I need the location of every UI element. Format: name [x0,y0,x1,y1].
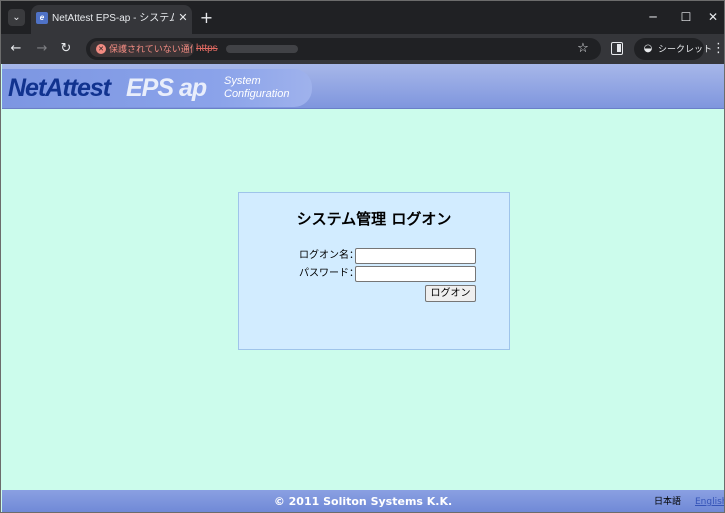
kebab-menu-icon[interactable]: ⋮ [712,41,724,57]
bookmark-star-icon[interactable]: ☆ [575,41,591,57]
tab-bar: ⌄ e NetAttest EPS-ap - システム管理 ✕ + ─ ☐ ✕ [1,1,724,34]
security-chip[interactable]: ✕ 保護されていない通信 [90,41,194,57]
minimize-button[interactable]: ─ [643,9,663,26]
favicon-icon: e [36,12,48,24]
logo-sub-text: EPS ap [126,74,207,102]
password-input[interactable] [355,266,476,282]
tab-search-icon[interactable]: ⌄ [8,9,25,26]
forward-arrow-icon[interactable]: → [33,40,51,58]
page-title: システム管理 ログオン [296,210,452,228]
browser-toolbar: ← → ↻ ✕ 保護されていない通信 https ☆ ◒ シークレット ⋮ [1,34,724,64]
language-english-link[interactable]: English [695,495,724,509]
tab-title: NetAttest EPS-ap - システム管理 [52,13,174,24]
address-bar[interactable]: ✕ 保護されていない通信 https ☆ [86,38,601,60]
page-header: NetAttest EPS ap System Configuration [2,64,724,109]
logo-desc-line2: Configuration [224,88,290,100]
copyright-text: © 2011 Soliton Systems K.K. [273,495,453,508]
tab-active[interactable]: e NetAttest EPS-ap - システム管理 ✕ [31,5,192,34]
logo-main-text: NetAttest [8,74,111,102]
warning-icon: ✕ [96,44,106,54]
netattest-logo: NetAttest EPS ap System Configuration [2,69,312,107]
username-input[interactable] [355,248,476,264]
url-prefix: https [196,43,218,54]
tab-close-icon[interactable]: ✕ [176,11,190,25]
incognito-label: シークレット [658,44,713,54]
back-arrow-icon[interactable]: ← [7,40,25,58]
new-tab-button[interactable]: + [198,9,215,26]
logon-button[interactable]: ログオン [425,285,476,302]
login-panel: システム管理 ログオン ログオン名： パスワード： ログオン [238,192,510,350]
logo-description: System Configuration [224,75,304,103]
side-panel-icon[interactable] [611,42,623,55]
page-footer: © 2011 Soliton Systems K.K. 日本語 English [2,490,724,512]
incognito-icon: ◒ [643,43,653,54]
incognito-button[interactable]: ◒ シークレット [634,38,713,60]
maximize-button[interactable]: ☐ [676,9,696,26]
url-redacted [226,45,298,53]
reload-icon[interactable]: ↻ [57,40,75,58]
browser-window: ⌄ e NetAttest EPS-ap - システム管理 ✕ + ─ ☐ ✕ … [0,0,725,513]
logo-desc-line1: System [224,75,261,87]
security-label: 保護されていない通信 [109,44,193,54]
password-label: パスワード： [299,268,359,279]
language-japanese[interactable]: 日本語 [654,495,684,509]
username-label: ログオン名： [299,250,359,261]
close-window-button[interactable]: ✕ [703,9,723,26]
